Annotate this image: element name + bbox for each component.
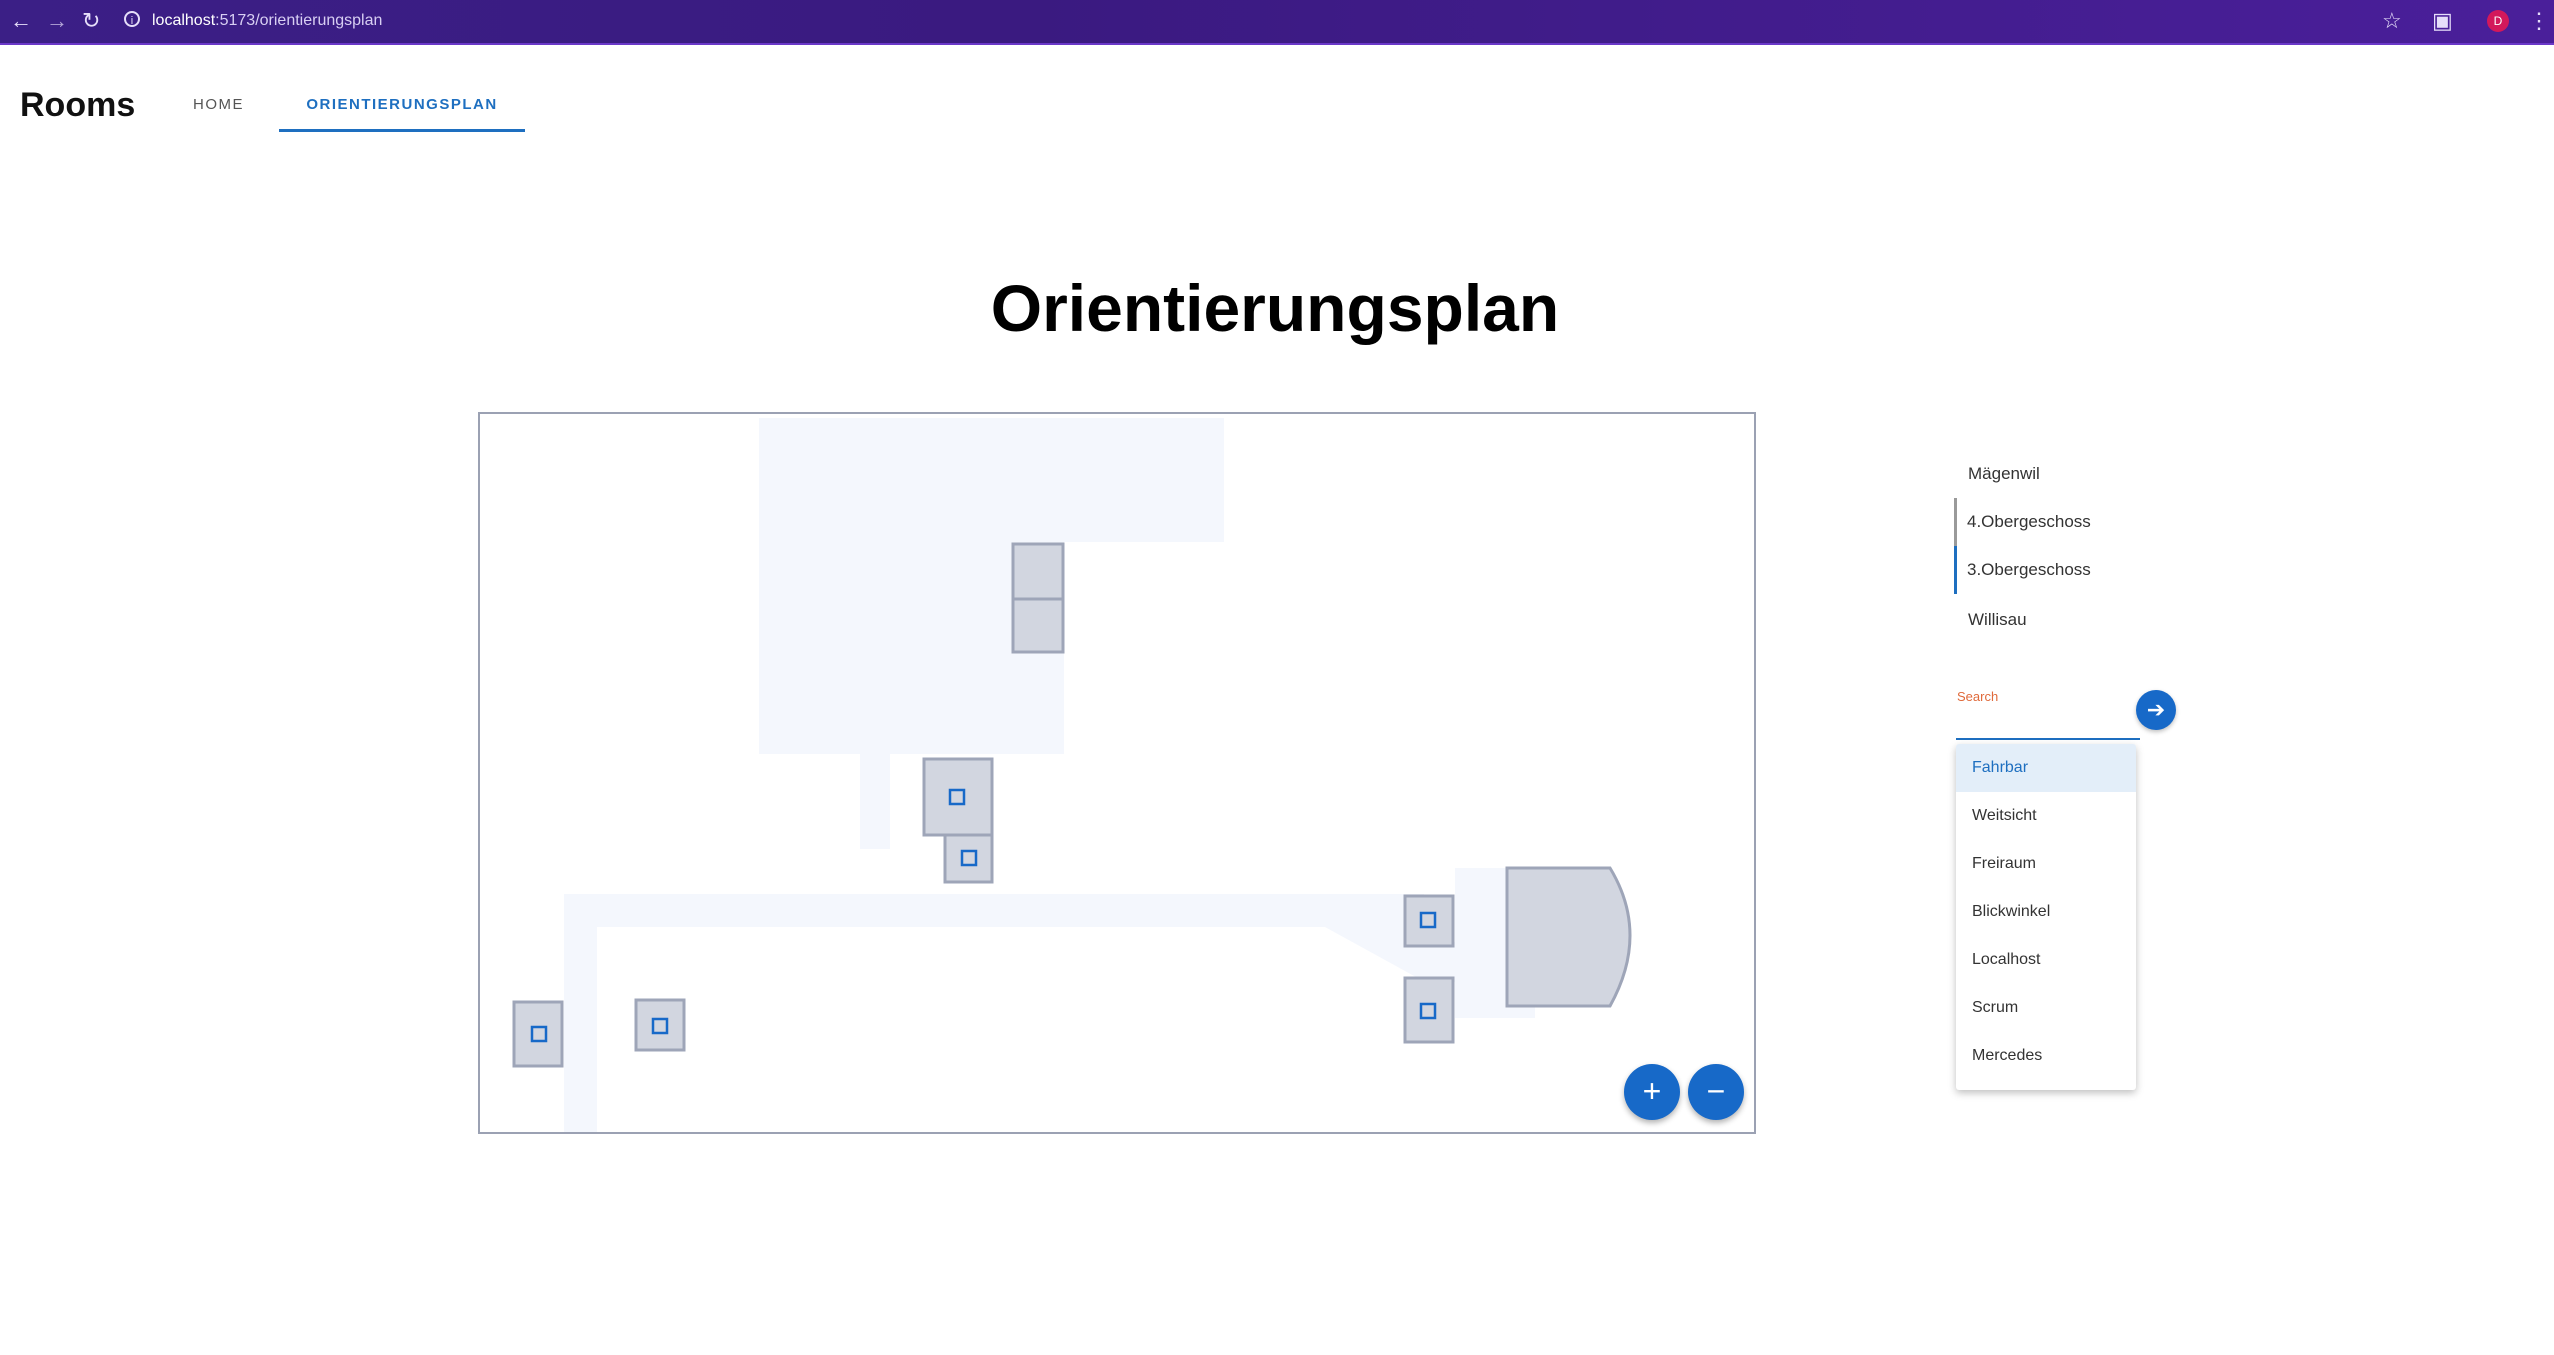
url-host: localhost <box>152 12 216 29</box>
room-east-2[interactable] <box>1403 976 1455 1044</box>
floor-plan-map[interactable]: + − <box>478 412 1756 1134</box>
floor-plan-svg <box>512 418 1632 1132</box>
zoom-in-button[interactable]: + <box>1624 1064 1680 1120</box>
page-title: Orientierungsplan <box>0 270 2554 346</box>
corridor-north-hall <box>759 418 1224 542</box>
search-suggestions: Fahrbar Weitsicht Freiraum Blickwinkel L… <box>1956 744 2136 1090</box>
corridor-east-west <box>564 894 1424 927</box>
option-mercedes[interactable]: Mercedes <box>1956 1032 2136 1080</box>
browser-toolbar: ← → ↻ i localhost:5173/orientierungsplan… <box>0 0 2554 45</box>
tab-orientierungsplan[interactable]: ORIENTIERUNGSPLAN <box>279 96 525 113</box>
address-bar[interactable]: localhost:5173/orientierungsplan <box>152 8 2402 34</box>
reload-icon[interactable]: ↻ <box>82 10 100 32</box>
corridor-west-vertical <box>564 894 597 1132</box>
room-stair-bottom[interactable] <box>943 833 994 884</box>
page-title-text: Orientierungsplan <box>990 271 1560 345</box>
active-tab-indicator <box>279 129 525 132</box>
option-fahrbar[interactable]: Fahrbar <box>1956 744 2136 792</box>
site-info-icon[interactable]: i <box>124 11 140 27</box>
floor-3-obergeschoss[interactable]: 3.Obergeschoss <box>1954 546 2167 594</box>
forward-arrow-icon[interactable]: → <box>46 10 68 32</box>
floor-4-obergeschoss[interactable]: 4.Obergeschoss <box>1954 498 2167 546</box>
room-west-2[interactable] <box>634 998 686 1052</box>
url-path: :5173/orientierungsplan <box>215 12 383 29</box>
room-east-hall[interactable] <box>1505 866 1632 1008</box>
option-freiraum[interactable]: Freiraum <box>1956 840 2136 888</box>
location-maegenwil[interactable]: Mägenwil <box>1968 450 2168 498</box>
room-north-2[interactable] <box>1011 597 1065 654</box>
room-stair-top[interactable] <box>922 757 994 837</box>
corridors <box>564 418 1535 1132</box>
option-weitsicht[interactable]: Weitsicht <box>1956 792 2136 840</box>
bookmark-star-icon[interactable]: ☆ <box>2382 8 2402 34</box>
search-label: Search <box>1957 689 1999 704</box>
corridor-stairwell <box>860 754 890 849</box>
location-willisau[interactable]: Willisau <box>1968 596 2168 644</box>
room-west-1[interactable] <box>512 1000 564 1068</box>
option-blickwinkel[interactable]: Blickwinkel <box>1956 888 2136 936</box>
zoom-out-button[interactable]: − <box>1688 1064 1744 1120</box>
room-north-1[interactable] <box>1011 542 1065 601</box>
extensions-icon[interactable]: ▣ <box>2432 8 2453 34</box>
app-brand: Rooms <box>20 86 136 124</box>
option-localhost[interactable]: Localhost <box>1956 936 2136 984</box>
tab-home[interactable]: HOME <box>193 96 244 113</box>
profile-avatar[interactable]: D <box>2487 10 2509 32</box>
search-input[interactable] <box>1956 710 2140 740</box>
room-east-1[interactable] <box>1403 894 1455 948</box>
option-scrum[interactable]: Scrum <box>1956 984 2136 1032</box>
arrow-right-icon[interactable]: ➔ <box>2136 690 2176 730</box>
browser-menu-icon[interactable]: ⋮ <box>2528 8 2550 34</box>
back-arrow-icon[interactable]: ← <box>10 10 32 32</box>
